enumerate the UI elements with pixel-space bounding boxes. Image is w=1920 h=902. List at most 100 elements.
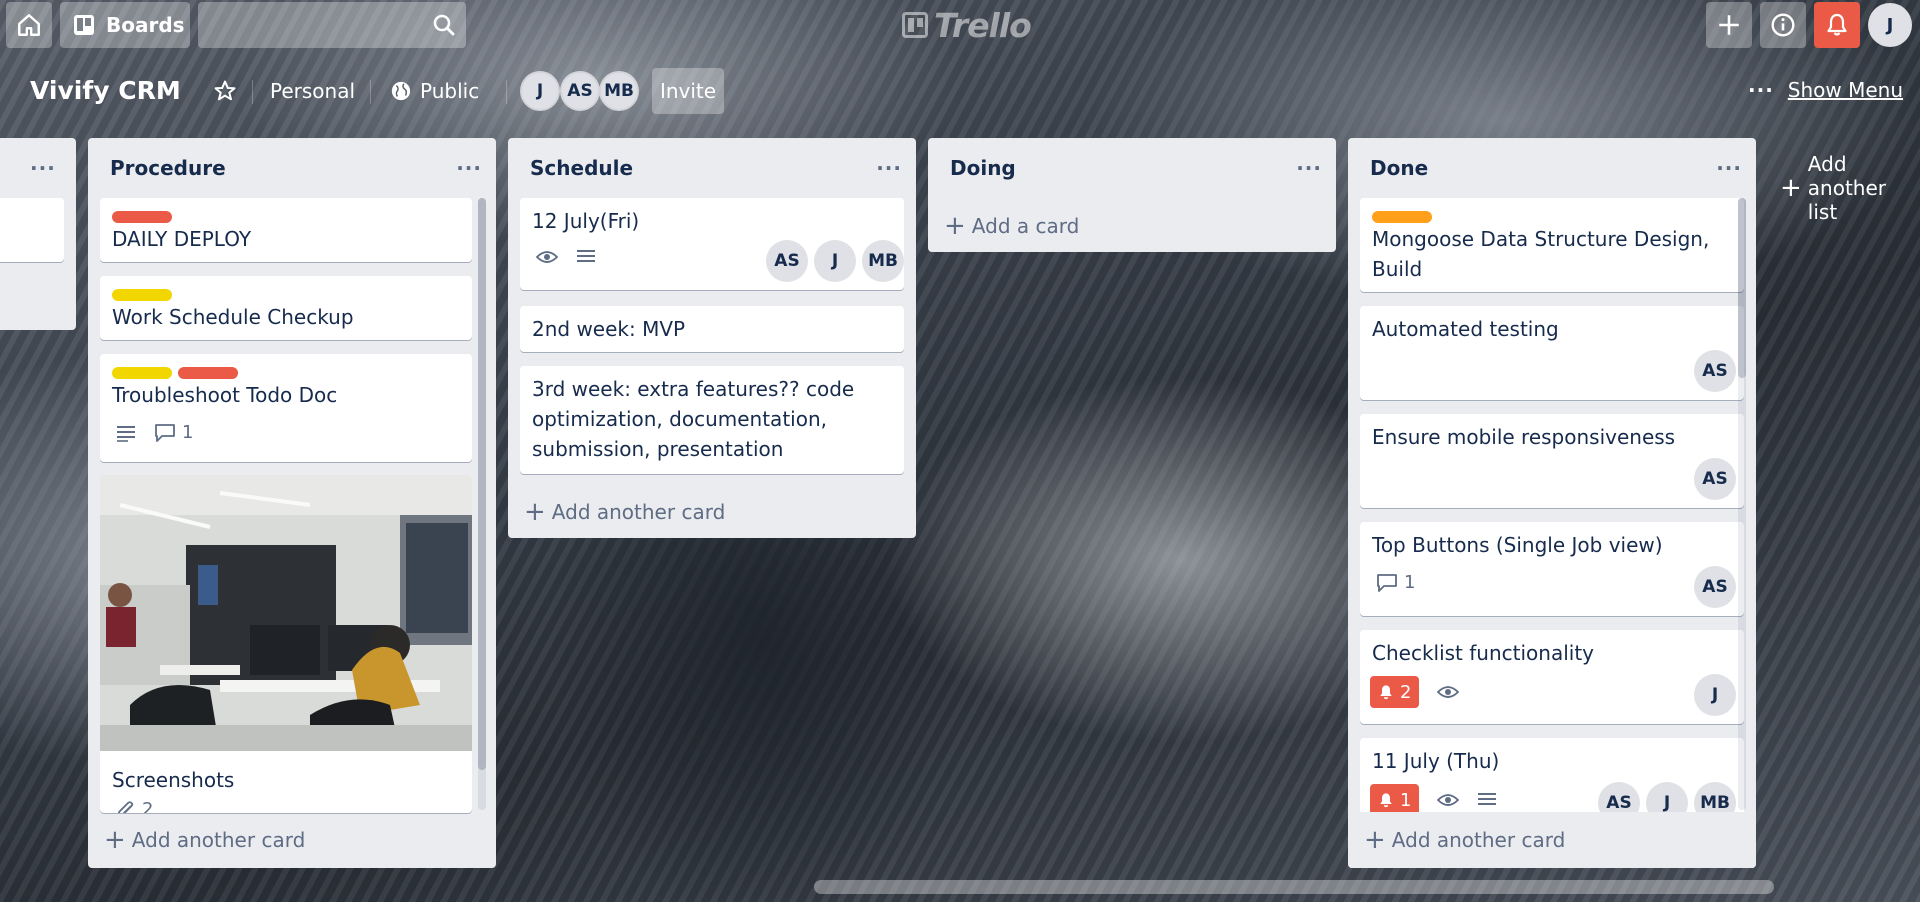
add-card-button[interactable]: + Add another card (1364, 827, 1565, 853)
card-label-yellow[interactable] (112, 367, 172, 379)
member-avatar[interactable]: J (520, 71, 560, 111)
list-menu-icon[interactable]: ··· (1296, 156, 1322, 180)
create-button[interactable] (1706, 2, 1752, 48)
list-menu-icon[interactable]: ··· (876, 156, 902, 180)
member-avatar[interactable]: MB (599, 71, 639, 111)
list-title[interactable]: Doing (950, 156, 1016, 180)
card-title: Work Schedule Checkup (112, 302, 354, 332)
list-card[interactable] (0, 198, 64, 262)
personal-label: Personal (270, 79, 356, 103)
list-menu-icon[interactable]: ··· (30, 156, 56, 180)
search-input[interactable] (198, 2, 466, 48)
card-label-red[interactable] (112, 211, 172, 223)
office-photo (100, 475, 472, 751)
plus-icon (1719, 15, 1739, 35)
divider (370, 80, 371, 104)
watch-icon (1437, 794, 1460, 806)
card-title: Troubleshoot Todo Doc (112, 383, 338, 407)
board-horizontal-scrollbar[interactable] (814, 880, 1774, 894)
trello-logo-icon (902, 12, 928, 38)
card-title: 12 July(Fri) (532, 209, 640, 233)
list-card[interactable]: Automated testing AS (1360, 306, 1744, 400)
plus-icon: + (1780, 173, 1802, 203)
invite-button[interactable]: Invite (652, 68, 724, 114)
card-badges: 2 (1370, 676, 1460, 708)
card-label-yellow[interactable] (112, 289, 172, 301)
list-scrollbar-thumb[interactable] (478, 198, 486, 770)
show-menu-button[interactable]: ··· Show Menu (1748, 78, 1903, 102)
board-title[interactable]: Vivify CRM (22, 72, 189, 109)
card-member-avatar[interactable]: MB (862, 240, 904, 282)
watch-icon (536, 251, 558, 263)
list-card[interactable]: Checklist functionality 2 J (1360, 630, 1744, 724)
add-card-button[interactable]: + Add another card (104, 827, 305, 853)
list-partial: ··· (0, 138, 76, 330)
list-card[interactable]: 12 July(Fri) AS J MB (520, 198, 904, 290)
star-icon (214, 80, 236, 101)
notification-count: 1 (1400, 789, 1412, 811)
card-label-orange[interactable] (1372, 211, 1432, 223)
divider (252, 80, 253, 104)
public-label: Public (420, 79, 480, 103)
team-visibility-button[interactable]: Personal (262, 72, 363, 110)
home-button[interactable] (6, 2, 52, 48)
boards-label: Boards (106, 13, 185, 37)
comment-count: 1 (1404, 572, 1416, 593)
card-member-avatar[interactable]: AS (1694, 350, 1736, 392)
list-card[interactable]: 2nd week: MVP (520, 306, 904, 352)
more-icon: ··· (1748, 78, 1774, 102)
card-member-avatar[interactable]: J (1694, 674, 1736, 716)
visibility-button[interactable]: Public (382, 72, 487, 110)
list-scrollbar-thumb[interactable] (1738, 198, 1746, 378)
notification-badge: 2 (1370, 676, 1420, 708)
notification-count: 2 (1400, 681, 1412, 703)
notifications-button[interactable] (1814, 2, 1860, 48)
list-scrollbar[interactable] (478, 198, 486, 810)
star-board-button[interactable] (206, 72, 244, 110)
list-card[interactable]: Ensure mobile responsiveness AS (1360, 414, 1744, 508)
add-list-button[interactable]: + Add another list (1780, 152, 1920, 224)
list-scrollbar[interactable] (1738, 198, 1746, 810)
add-card-button[interactable]: + Add another card (524, 499, 726, 525)
card-title: 3rd week: extra features?? code optimiza… (532, 377, 855, 461)
card-title: DAILY DEPLOY (112, 227, 252, 251)
list-done: Done ··· Mongoose Data Structure Design,… (1348, 138, 1756, 868)
comment-icon (1377, 573, 1397, 592)
card-title: Ensure mobile responsiveness (1372, 425, 1676, 449)
info-icon (1771, 13, 1795, 37)
card-member-avatar[interactable]: J (814, 240, 856, 282)
account-avatar[interactable]: J (1868, 3, 1912, 47)
description-icon (117, 425, 135, 442)
attachments-badge: 2 (116, 799, 153, 813)
list-card[interactable]: 3rd week: extra features?? code optimiza… (520, 366, 904, 474)
list-schedule: Schedule ··· 12 July(Fri) AS J MB 2nd we… (508, 138, 916, 538)
info-button[interactable] (1760, 2, 1806, 48)
add-card-label: Add another card (551, 500, 726, 524)
member-avatar[interactable]: AS (560, 71, 600, 111)
card-label-red[interactable] (178, 367, 238, 379)
list-menu-icon[interactable]: ··· (456, 156, 482, 180)
card-member-avatar[interactable]: AS (766, 240, 808, 282)
card-badges: 1 (1376, 572, 1415, 593)
search-icon[interactable] (432, 13, 456, 37)
list-menu-icon[interactable]: ··· (1716, 156, 1742, 180)
card-member-avatar[interactable]: AS (1694, 458, 1736, 500)
list-card[interactable]: Work Schedule Checkup (100, 276, 472, 340)
list-card[interactable]: Mongoose Data Structure Design, Build (1360, 198, 1744, 292)
add-card-button[interactable]: + Add a card (944, 213, 1079, 239)
trello-logo[interactable]: Trello (902, 4, 1032, 46)
list-card[interactable]: Troubleshoot Todo Doc 1 (100, 354, 472, 462)
card-title: 2nd week: MVP (532, 317, 686, 341)
description-icon (577, 250, 595, 262)
list-title[interactable]: Done (1370, 156, 1428, 180)
list-card[interactable]: DAILY DEPLOY (100, 198, 472, 262)
card-member-avatar[interactable]: AS (1694, 566, 1736, 608)
list-title[interactable]: Schedule (530, 156, 633, 180)
list-card[interactable]: Top Buttons (Single Job view) 1 AS (1360, 522, 1744, 616)
card-cover-image (100, 475, 472, 751)
list-title[interactable]: Procedure (110, 156, 226, 180)
card-title: Screenshots (112, 768, 235, 792)
card-title: Top Buttons (Single Job view) (1372, 533, 1663, 557)
list-card[interactable]: Screenshots 2 (100, 475, 472, 813)
boards-button[interactable]: Boards (60, 2, 190, 48)
